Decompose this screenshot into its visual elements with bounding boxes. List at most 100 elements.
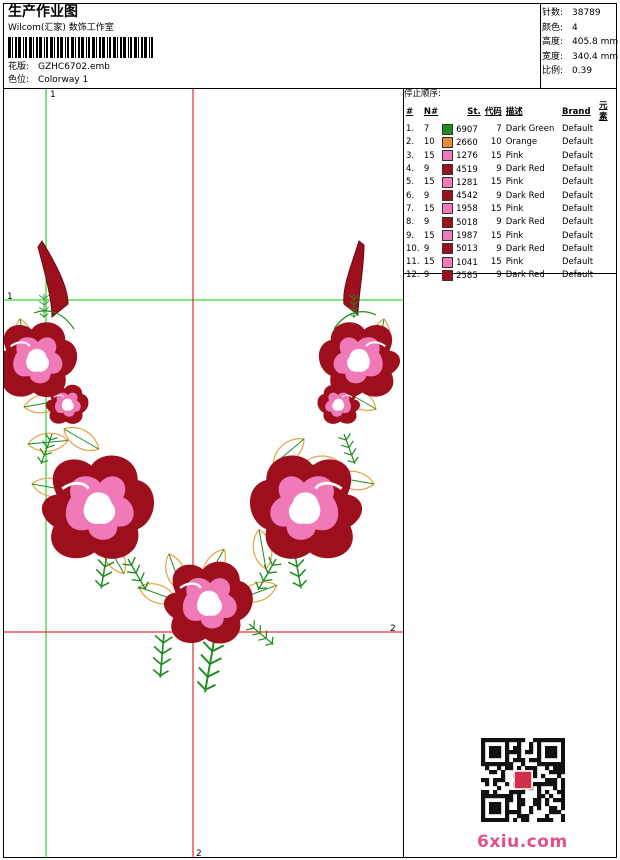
- row-number: 2.: [406, 137, 415, 148]
- row-swatch: 5013: [440, 243, 483, 256]
- row-code: 4519: [456, 164, 478, 175]
- row-code: 5013: [456, 244, 478, 255]
- row-number: 3.: [406, 150, 415, 161]
- rose-mid-right: [248, 454, 364, 561]
- stat-width: 宽度: 340.4 mm: [542, 50, 618, 65]
- row-number: 12.: [406, 270, 420, 281]
- row-stitch-count: 9: [496, 243, 502, 254]
- col-description: 描述: [505, 106, 523, 117]
- row-description: Dark Red: [505, 243, 545, 254]
- row-brand: Default: [561, 230, 594, 241]
- studio-subtitle: Wilcom(汇家) 数饰工作室: [8, 23, 114, 33]
- row-brand: Default: [561, 150, 594, 161]
- row-description: Dark Red: [505, 270, 545, 281]
- row-number: 11.: [406, 257, 420, 268]
- row-element: [597, 176, 616, 189]
- stop-sequence-table: # N# St. 代码 描述 Brand 元素 1. 7 6907 7 Dark Gre…: [404, 101, 616, 283]
- color-swatch: [442, 150, 454, 162]
- row-brand: Default: [561, 217, 594, 228]
- row-element: [597, 163, 616, 176]
- height-value: 405.8 mm: [572, 37, 619, 47]
- row-number: 7.: [406, 203, 415, 214]
- color-swatch: [442, 269, 454, 281]
- legend-row: 12. 9 2585 9 Dark Red Default: [404, 269, 616, 282]
- legend-header-row: # N# St. 代码 描述 Brand 元素: [404, 101, 616, 123]
- stat-scale: 比例: 0.39: [542, 64, 618, 79]
- row-needle: 9: [423, 190, 430, 201]
- row-needle: 9: [423, 243, 430, 254]
- row-stitch-count: 15: [490, 203, 502, 214]
- colorway-info: 色位: Colorway 1: [8, 75, 88, 86]
- row-description: Dark Red: [505, 190, 545, 201]
- row-swatch: 2585: [440, 269, 483, 282]
- row-needle: 9: [423, 270, 430, 281]
- scale-value: 0.39: [572, 66, 593, 76]
- row-stitch-count: 9: [496, 217, 502, 228]
- row-needle: 15: [423, 177, 435, 188]
- row-number: 6.: [406, 190, 415, 201]
- row-description: Pink: [505, 257, 524, 268]
- stat-colors: 颜色: 4: [542, 21, 618, 36]
- row-swatch: 6907: [440, 123, 483, 136]
- row-element: [597, 269, 616, 282]
- row-needle: 15: [423, 203, 435, 214]
- color-swatch: [442, 176, 454, 188]
- col-code: 代码: [484, 106, 502, 117]
- row-code: 1041: [456, 257, 478, 268]
- row-swatch: 4542: [440, 189, 483, 202]
- height-label: 高度:: [542, 37, 564, 47]
- row-brand: Default: [561, 243, 594, 254]
- qr-code-icon[interactable]: [481, 738, 565, 822]
- design-info: 花版: GZHC6702.emb: [8, 62, 110, 73]
- row-swatch: 2660: [440, 136, 483, 149]
- legend-row: 2. 10 2660 10 Orange Default: [404, 136, 616, 149]
- row-stitch-count: 15: [490, 230, 502, 241]
- row-code: 1281: [456, 177, 478, 188]
- row-element: [597, 203, 616, 216]
- row-needle: 9: [423, 164, 430, 175]
- row-element: [597, 256, 616, 269]
- colorway-value: Colorway 1: [38, 75, 89, 85]
- row-code: 2585: [456, 270, 478, 281]
- colorway-label: 色位:: [8, 75, 30, 85]
- row-stitch-count: 9: [496, 270, 502, 281]
- color-swatch: [442, 203, 454, 215]
- row-needle: 7: [423, 124, 430, 135]
- row-needle: 9: [423, 217, 430, 228]
- embroidery-design-canvas[interactable]: 1 1 2 2: [4, 89, 404, 858]
- rose-center: [162, 560, 255, 645]
- stat-height: 高度: 405.8 mm: [542, 35, 618, 50]
- stat-stitches: 针数: 38789: [542, 6, 618, 21]
- design-value: GZHC6702.emb: [38, 62, 110, 72]
- row-description: Dark Green: [505, 124, 555, 135]
- row-needle: 15: [423, 257, 435, 268]
- row-number: 1.: [406, 124, 415, 135]
- row-stitch-count: 7: [496, 124, 502, 135]
- row-number: 4.: [406, 164, 415, 175]
- legend-row: 6. 9 4542 9 Dark Red Default: [404, 189, 616, 202]
- color-swatch: [442, 136, 454, 148]
- row-number: 5.: [406, 177, 415, 188]
- row-needle: 15: [423, 230, 435, 241]
- row-brand: Default: [561, 203, 594, 214]
- design-label: 花版:: [8, 62, 30, 72]
- row-brand: Default: [561, 177, 594, 188]
- row-number: 8.: [406, 217, 415, 228]
- row-code: 1987: [456, 231, 478, 242]
- row-stitch-count: 10: [490, 137, 502, 148]
- row-description: Dark Red: [505, 164, 545, 175]
- row-description: Pink: [505, 177, 524, 188]
- rose-bud-left: [45, 384, 90, 425]
- row-code: 4542: [456, 191, 478, 202]
- barcode-icon: [8, 37, 153, 58]
- left-neck-strap: [37, 240, 69, 319]
- row-swatch: 1041: [440, 256, 483, 269]
- row-element: [597, 243, 616, 256]
- row-element: [597, 150, 616, 163]
- legend-row: 4. 9 4519 9 Dark Red Default: [404, 163, 616, 176]
- color-swatch: [442, 230, 454, 242]
- color-swatch: [442, 123, 454, 135]
- col-needle: N#: [423, 106, 439, 117]
- rose-bud-right: [316, 384, 361, 425]
- color-swatch: [442, 163, 454, 175]
